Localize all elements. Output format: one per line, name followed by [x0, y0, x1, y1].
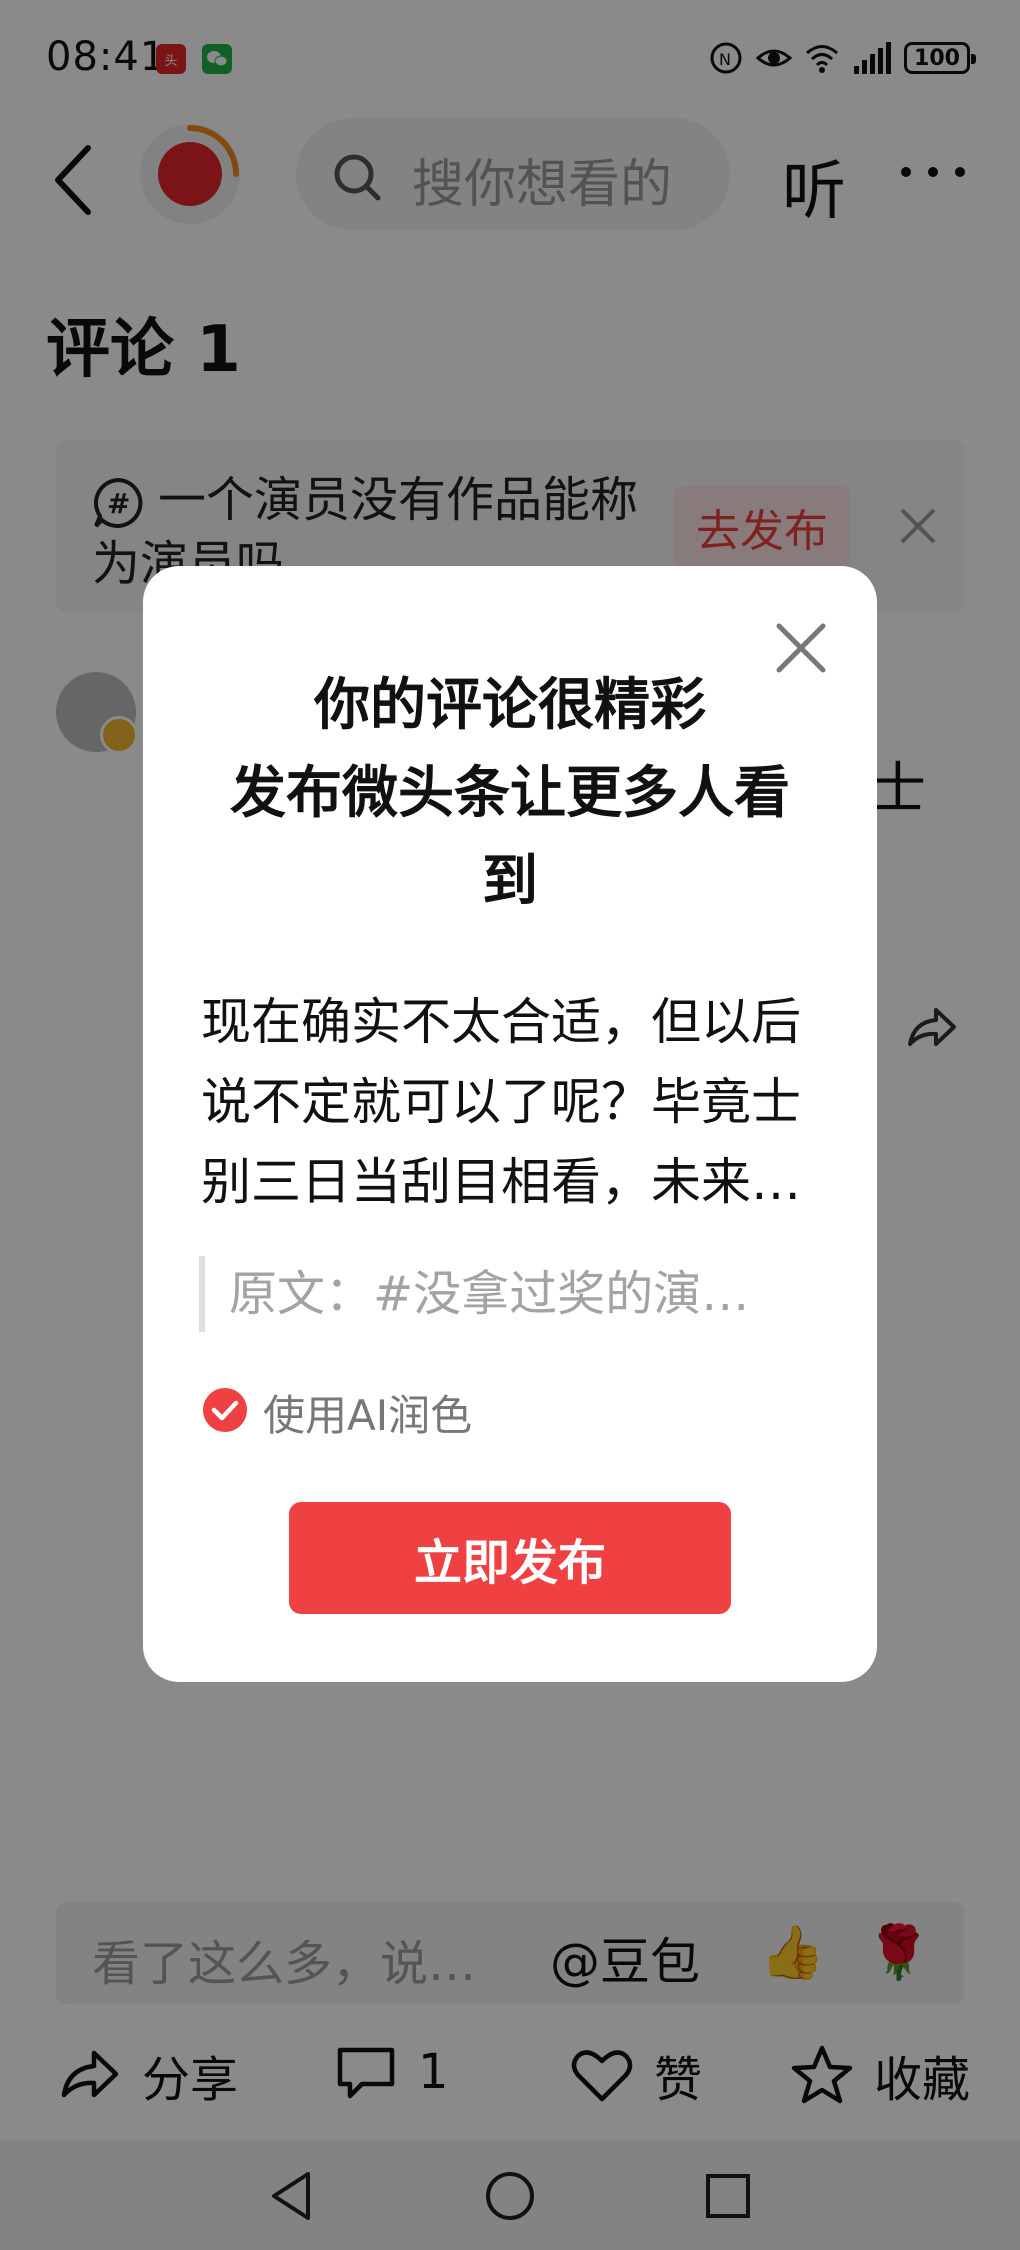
publish-now-button[interactable]: 立即发布 — [289, 1502, 731, 1614]
original-quote: 原文：#没拿过奖的演… — [199, 1256, 819, 1332]
ai-polish-label[interactable]: 使用AI润色 — [263, 1382, 472, 1443]
dialog-title: 你的评论很精彩 发布微头条让更多人看到 — [203, 662, 817, 926]
publish-dialog: 你的评论很精彩 发布微头条让更多人看到 现在确实不太合适，但以后说不定就可以了呢… — [143, 566, 877, 1682]
dialog-title-line1: 你的评论很精彩 — [314, 673, 706, 738]
dialog-comment-text: 现在确实不太合适，但以后说不定就可以了呢？毕竟士别三日当刮目相看，未来… — [201, 993, 801, 1211]
checkbox-checked-icon[interactable] — [201, 1386, 249, 1434]
overlay-statusbar — [0, 0, 1020, 100]
overlay-navbar — [0, 2140, 1020, 2250]
dialog-title-line2: 发布微头条让更多人看到 — [230, 761, 790, 914]
